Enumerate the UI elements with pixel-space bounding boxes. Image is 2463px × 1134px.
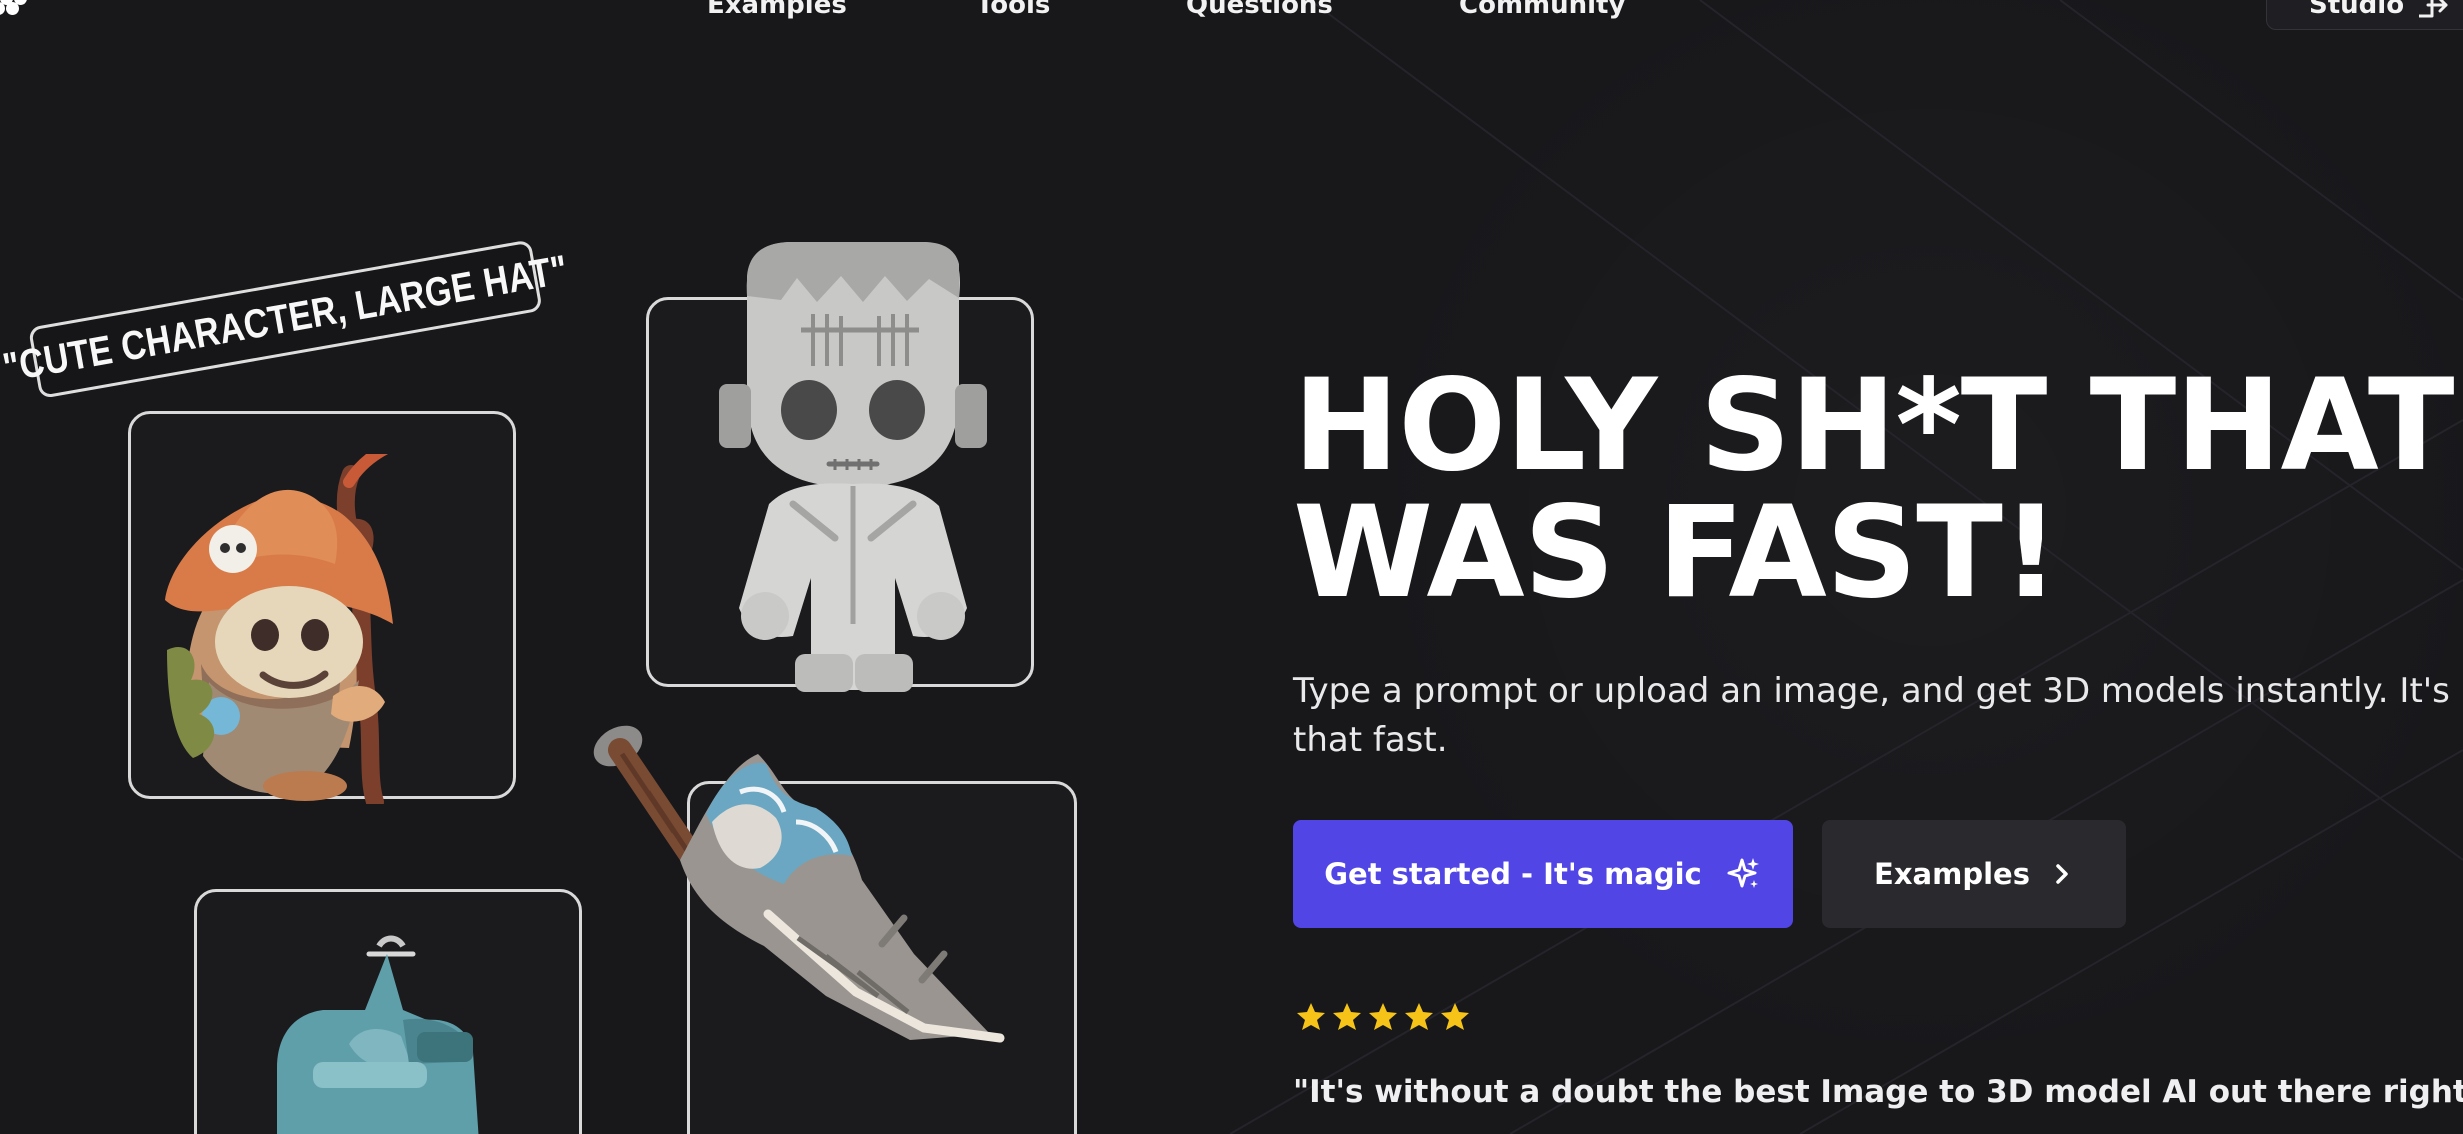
- nav-link-community[interactable]: Community: [1459, 0, 1625, 20]
- scooter-model-card[interactable]: [194, 889, 582, 1134]
- wizard-illustration: [165, 454, 393, 804]
- chevron-right-icon: [2056, 864, 2068, 884]
- hero-title-line-2: WAS FAST!: [1293, 478, 2060, 626]
- star-icon: [1441, 1003, 1469, 1030]
- sword-model-card[interactable]: [687, 781, 1077, 1134]
- nav-link-questions[interactable]: Questions: [1186, 0, 1333, 20]
- prompt-label: "CUTE CHARACTER, LARGE HAT": [0, 239, 571, 399]
- studio-button-label: Studio: [2309, 0, 2405, 20]
- frankenstein-illustration: [719, 242, 987, 692]
- get-started-button-label: Get started - It's magic: [1324, 857, 1702, 891]
- landing-page: Examples Tools Questions Community Studi…: [0, 0, 2463, 1134]
- monster-model-card[interactable]: [646, 242, 1034, 692]
- rating-stars: [1297, 1003, 1469, 1030]
- star-icon: [1405, 1003, 1433, 1030]
- star-icon: [1369, 1003, 1397, 1030]
- scooter-illustration: [277, 935, 479, 1134]
- testimonial-quote: "It's without a doubt the best Image to …: [1293, 1074, 2463, 1110]
- get-started-button[interactable]: Get started - It's magic: [1293, 820, 1793, 928]
- star-icon: [1297, 1003, 1325, 1030]
- examples-button-label: Examples: [1874, 857, 2030, 891]
- star-icon: [1333, 1003, 1361, 1030]
- prompt-text: "CUTE CHARACTER, LARGE HAT": [0, 246, 572, 391]
- hero-title-line-1: HOLY SH*T THAT: [1293, 351, 2455, 499]
- examples-button[interactable]: Examples: [1822, 820, 2126, 928]
- hero-section: HOLY SH*T THAT WAS FAST! Type a prompt o…: [1293, 362, 2463, 1110]
- hero-title: HOLY SH*T THAT WAS FAST!: [1293, 362, 2463, 616]
- sparkles-icon: [1727, 858, 1759, 888]
- hero-subtitle: Type a prompt or upload an image, and ge…: [1293, 671, 2450, 760]
- wizard-model-card[interactable]: [128, 411, 516, 804]
- model-showcase: "CUTE CHARACTER, LARGE HAT": [0, 0, 1100, 1134]
- studio-button[interactable]: Studio: [2266, 0, 2463, 30]
- login-arrow-icon: [2419, 0, 2448, 18]
